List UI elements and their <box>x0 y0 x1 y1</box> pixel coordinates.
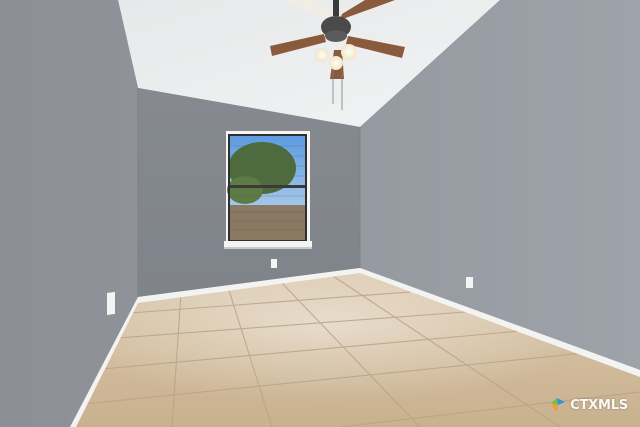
room-photo: CTXMLS <box>0 0 640 427</box>
ctxmls-logo-icon <box>551 398 566 412</box>
wall-outlet-right <box>466 277 473 288</box>
watermark: CTXMLS <box>549 396 628 414</box>
fan-light-bulb <box>329 56 343 70</box>
watermark-text: CTXMLS <box>570 397 628 413</box>
window <box>224 131 312 249</box>
wall-outlet-back <box>271 259 277 268</box>
fan-light-bulb <box>341 44 357 60</box>
fan-light-bulb <box>315 48 329 62</box>
wall-outlet-left <box>107 291 115 315</box>
room-illustration <box>0 0 640 427</box>
